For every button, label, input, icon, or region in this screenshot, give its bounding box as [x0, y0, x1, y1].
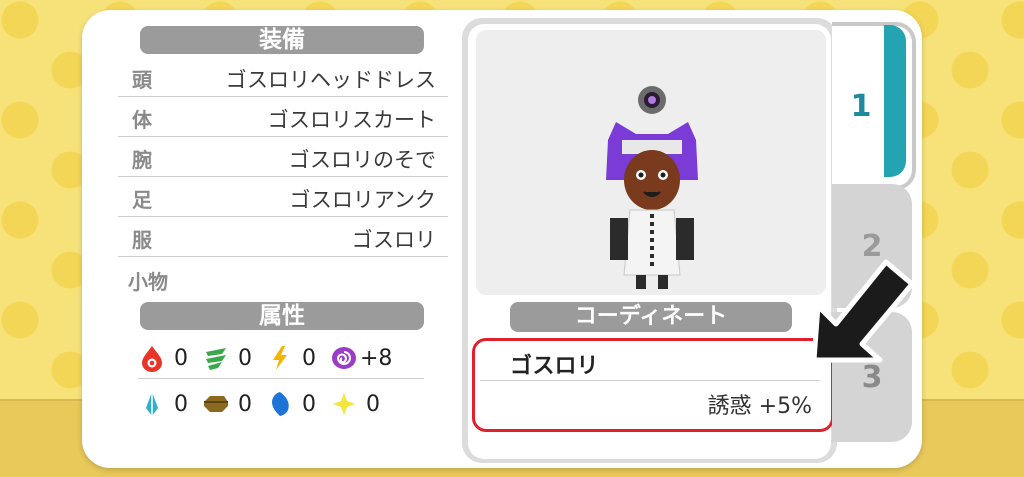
- slot-label: 体: [132, 108, 152, 132]
- tab-label: 3: [861, 359, 883, 395]
- attributes-header: 属性: [140, 302, 424, 330]
- equipment-header: 装備: [140, 26, 424, 54]
- attribute-row-2: 0 0 0 0: [138, 384, 394, 424]
- pointer-arrow-icon: [811, 259, 915, 363]
- attribute-ice: 0: [138, 390, 188, 418]
- attribute-value: 0: [174, 391, 188, 417]
- item-name: ゴスロリのそで: [288, 148, 436, 172]
- attribute-lightning: 0: [266, 344, 316, 372]
- tab-1-stripe: [884, 25, 906, 177]
- attribute-earth: 0: [202, 390, 252, 418]
- attribute-row-1: 0 0 0 +8: [138, 338, 424, 379]
- accessory-label[interactable]: 小物: [128, 266, 168, 295]
- coordinate-effect: 誘惑 +5%: [707, 394, 812, 419]
- coordinate-name: ゴスロリ: [510, 354, 599, 379]
- equipment-row-head[interactable]: 頭 ゴスロリヘッドドレス: [118, 58, 448, 97]
- equipment-row-foot[interactable]: 足 ゴスロリアンク: [118, 178, 448, 217]
- ice-icon: [146, 392, 158, 416]
- wind-icon: [206, 348, 226, 370]
- equipment-row-body[interactable]: 体 ゴスロリスカート: [118, 98, 448, 137]
- earth-icon: [204, 396, 228, 412]
- light-icon: [333, 393, 355, 415]
- tab-label: 1: [850, 88, 872, 124]
- equipment-row-clothes[interactable]: 服 ゴスロリ: [118, 218, 448, 257]
- water-icon: [272, 392, 289, 416]
- item-name: ゴスロリヘッドドレス: [225, 68, 436, 92]
- slot-label: 服: [132, 228, 152, 252]
- attribute-value: 0: [174, 345, 188, 371]
- attribute-value: 0: [302, 345, 316, 371]
- attribute-wind: 0: [202, 344, 252, 372]
- charm-icon: [332, 347, 356, 369]
- slot-label: 腕: [132, 148, 152, 172]
- attribute-value: 0: [366, 391, 380, 417]
- character-preview: [476, 30, 826, 295]
- item-name: ゴスロリアンク: [289, 188, 436, 212]
- equipment-row-arm[interactable]: 腕 ゴスロリのそで: [118, 138, 448, 177]
- coordinate-header: コーディネート: [510, 302, 792, 332]
- attribute-water: 0: [266, 390, 316, 418]
- character-avatar-icon: [606, 86, 698, 289]
- attribute-value: 0: [302, 391, 316, 417]
- item-name: ゴスロリ: [351, 228, 436, 252]
- attribute-charm: +8: [330, 344, 392, 372]
- lightning-icon: [273, 346, 287, 370]
- divider: [480, 380, 820, 381]
- attribute-value: +8: [360, 345, 393, 371]
- attribute-fire: 0: [138, 344, 188, 372]
- attribute-value: 0: [238, 345, 252, 371]
- fire-icon: [142, 346, 162, 372]
- slot-label: 頭: [132, 68, 152, 92]
- attribute-value: 0: [238, 391, 252, 417]
- item-name: ゴスロリスカート: [267, 108, 436, 132]
- attribute-light: 0: [330, 390, 380, 418]
- slot-label: 足: [132, 188, 152, 212]
